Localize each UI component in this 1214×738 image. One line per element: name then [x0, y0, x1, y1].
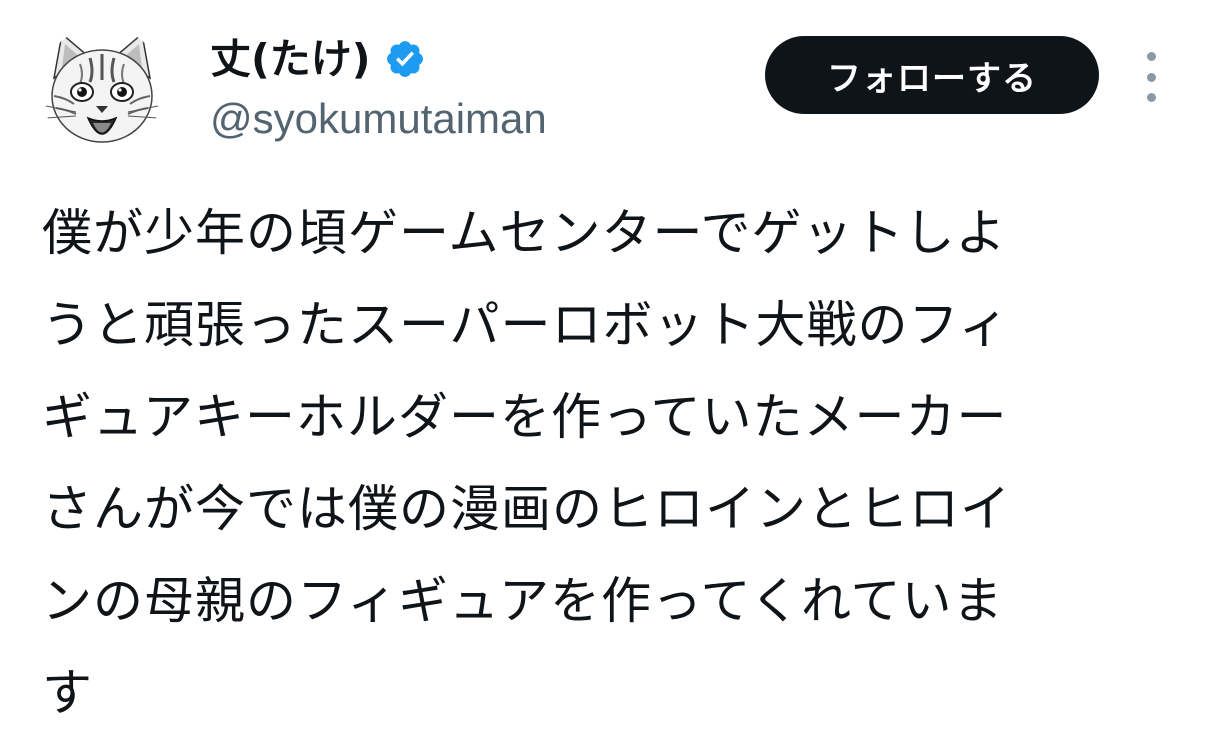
- verified-badge-icon[interactable]: [384, 38, 426, 80]
- tweet-text: 僕が少年の頃ゲームセンターでゲットしよ うと頑張ったスーパーロボット大戦のフィ …: [42, 187, 1182, 738]
- more-dot: [1146, 72, 1156, 82]
- tweet-text-line: 僕が少年の頃ゲームセンターでゲットしよ: [42, 204, 1007, 262]
- display-name-row: 丈(たけ): [210, 30, 547, 88]
- avatar[interactable]: [40, 26, 164, 150]
- author-info: 丈(たけ) @syokumutaiman: [210, 30, 547, 146]
- more-vertical-icon[interactable]: [1134, 52, 1168, 102]
- tweet-text-line: す: [42, 664, 93, 722]
- more-dot: [1146, 52, 1156, 61]
- cat-avatar-icon: [40, 26, 164, 150]
- tweet-text-line: さんが今では僕の漫画のヒロインとヒロイ: [42, 480, 1011, 538]
- display-name[interactable]: 丈(たけ): [210, 30, 370, 88]
- tweet-card: 丈(たけ) @syokumutaiman フォローする 僕が少年の頃ゲームセンタ…: [0, 0, 1214, 738]
- more-dot: [1146, 93, 1156, 102]
- follow-button[interactable]: フォローする: [765, 36, 1099, 114]
- tweet-text-line: うと頑張ったスーパーロボット大戦のフィ: [42, 296, 1010, 354]
- tweet-text-line: ギュアキーホルダーを作っていたメーカー: [42, 388, 1008, 446]
- tweet-text-line: ンの母親のフィギュアを作ってくれていま: [42, 572, 1004, 630]
- user-handle[interactable]: @syokumutaiman: [210, 92, 547, 146]
